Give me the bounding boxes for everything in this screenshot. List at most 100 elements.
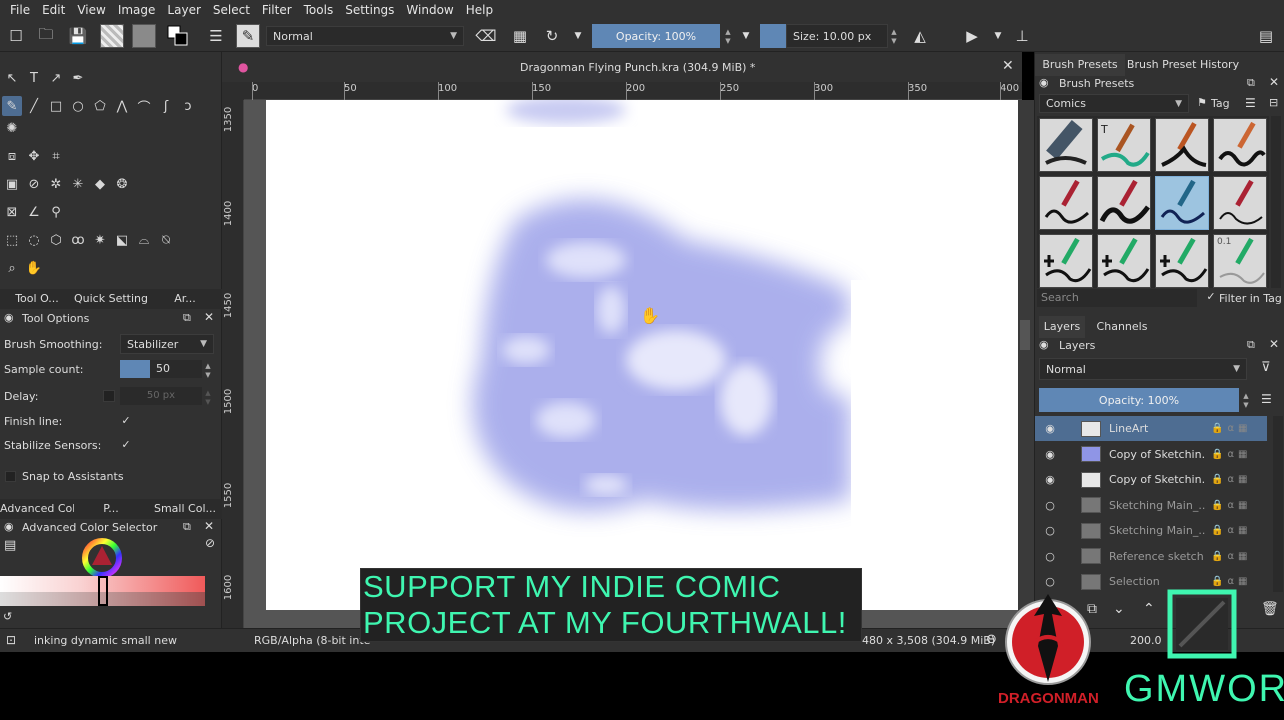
move-icon[interactable]: ✥ [24,146,44,166]
open-folder-icon[interactable]: 🗀 [34,24,58,48]
drawing-canvas[interactable]: ✋ [266,100,1018,610]
ellipse-tool-icon[interactable]: ○ [68,96,88,116]
preset-marker[interactable] [1039,118,1093,172]
layer-lock-icons[interactable]: 🔒⍺▦ [1211,525,1252,536]
select-shapes-icon[interactable]: ↖ [2,68,22,88]
tab-small-color[interactable]: Small Col... [148,499,222,519]
sample-count-spinner[interactable]: ▲ ▼ [203,362,213,380]
save-icon[interactable]: 💾 [66,24,90,48]
eye-hidden-icon[interactable]: ○ [1039,524,1061,537]
alpha-lock-icon[interactable]: ▦ [508,24,532,48]
fg-bg-color-icon[interactable] [166,24,190,48]
delay-field[interactable]: 50 px [120,387,202,405]
opacity-slider[interactable]: Opacity: 100% [592,24,720,48]
tab-tool-options[interactable]: Tool O... [0,289,74,309]
layer-row[interactable]: ◉ Copy of Sketchin... 🔒⍺▦ [1035,467,1267,492]
transform-icon[interactable]: ⧈ [2,146,22,166]
layer-lock-icons[interactable]: 🔒⍺▦ [1211,551,1252,562]
preset-texture-3[interactable] [1155,234,1209,288]
layer-menu-icon[interactable]: ☰ [1261,392,1272,406]
size-spinner[interactable]: ▲ ▼ [889,28,899,46]
reload-preset-icon[interactable]: ↻ [540,24,564,48]
enclose-fill-icon[interactable]: ❂ [112,174,132,194]
rectangle-tool-icon[interactable]: □ [46,96,66,116]
stabilize-sensors-checkbox[interactable]: ✓ [120,439,132,451]
preset-ink-2[interactable] [1213,118,1267,172]
close-icon[interactable]: ✕ [1269,75,1279,89]
layer-lock-icons[interactable]: 🔒⍺▦ [1211,576,1252,587]
eye-hidden-icon[interactable]: ○ [1039,550,1061,563]
layer-scrollbar[interactable] [1273,416,1283,592]
history-color-icon[interactable]: ↺ [3,610,12,623]
delay-spinner[interactable]: ▲ ▼ [203,389,213,407]
document-title[interactable]: Dragonman Flying Punch.kra (304.9 MiB) * [520,61,755,74]
vertical-scrollbar[interactable] [1018,100,1034,628]
reference-images-icon[interactable]: ⚲ [46,202,66,222]
layer-row[interactable]: ◉ Copy of Sketchin... 🔒⍺▦ [1035,442,1267,467]
calligraphy-icon[interactable]: ✒ [68,68,88,88]
similar-select-icon[interactable]: ⬕ [112,230,132,250]
panels-icon[interactable]: ▤ [1254,24,1278,48]
delay-checkbox[interactable] [103,390,115,402]
eye-icon[interactable]: ◉ [1039,448,1061,461]
gradient-icon[interactable]: ▣ [2,174,22,194]
preset-ink-5[interactable] [1213,176,1267,230]
wrap-around-icon[interactable]: ⊥ [1010,24,1034,48]
workspace-icon[interactable]: ☰ [204,24,228,48]
eye-icon[interactable]: ◉ [1039,422,1061,435]
opacity-spinner[interactable]: ▲ ▼ [723,28,733,46]
preset-texture-2[interactable] [1097,234,1151,288]
tab-channels[interactable]: Channels [1091,316,1153,338]
opacity-dropdown-icon[interactable]: ▼ [734,24,758,48]
layer-row[interactable]: ◉ LineArt 🔒⍺▦ [1035,416,1267,441]
freehand-select-icon[interactable]: ꝏ [68,230,88,250]
move-down-icon[interactable]: ⌄ [1113,601,1125,617]
layer-row[interactable]: ○ Reference sketch 🔒⍺▦ [1035,544,1267,569]
color-wheel[interactable] [82,538,122,578]
menu-item-settings[interactable]: Settings [339,3,400,17]
scrollbar-thumb[interactable] [1020,320,1030,350]
snap-checkbox[interactable] [5,471,16,482]
float-panel-icon[interactable]: ⧉ [183,520,191,534]
float-panel-icon[interactable]: ⧉ [1247,76,1255,90]
freehand-path-icon[interactable]: ʃ [156,96,176,116]
color-settings-icon[interactable]: ▤ [4,538,16,553]
reset-color-icon[interactable]: ⊘ [205,536,215,550]
rect-select-icon[interactable]: ⬚ [2,230,22,250]
fill-icon[interactable]: ◆ [90,174,110,194]
blend-mode-select[interactable]: Normal ▼ [266,26,464,46]
tab-artistic[interactable]: Ar... [148,289,222,309]
preset-calligraphy[interactable]: T [1097,118,1151,172]
brush-smoothing-select[interactable]: Stabilizer ▼ [120,334,214,354]
menu-item-select[interactable]: Select [207,3,256,17]
tab-layers[interactable]: Layers [1039,316,1085,338]
filter-in-tag-checkbox[interactable]: ✓ [1205,291,1217,303]
pan-icon[interactable]: ✋ [24,258,44,278]
mirror-vertical-icon[interactable]: ▶ [960,24,984,48]
sample-count-field[interactable]: 50 [150,360,202,378]
text-tool-icon[interactable]: T [24,68,44,88]
layer-lock-icons[interactable]: 🔒⍺▦ [1211,449,1252,460]
tab-quick-settings[interactable]: Quick Settings ... [74,289,148,309]
smart-patch-icon[interactable]: ✲ [46,174,66,194]
preset-menu-icon[interactable]: ☰ [1245,96,1256,110]
preset-texture-4[interactable]: 0.1 [1213,234,1267,288]
gradient-swatch[interactable] [100,24,124,48]
sample-count-fill[interactable] [120,360,150,378]
menu-item-image[interactable]: Image [112,3,162,17]
freehand-brush-icon[interactable]: ✎ [2,96,22,116]
preset-ink-1[interactable] [1155,118,1209,172]
layer-blend-select[interactable]: Normal ▼ [1039,358,1247,380]
layer-opacity-slider[interactable]: Opacity: 100% [1039,388,1239,412]
layer-opacity-spinner[interactable]: ▲ ▼ [1241,392,1251,410]
menu-item-layer[interactable]: Layer [161,3,206,17]
eye-hidden-icon[interactable]: ○ [1039,499,1061,512]
size-color-chip[interactable] [760,24,786,48]
crop-icon[interactable]: ⌗ [46,146,66,166]
eraser-icon[interactable]: ⌫ [474,24,498,48]
layer-row[interactable]: ○ Sketching Main_... 🔒⍺▦ [1035,518,1267,543]
color-marker[interactable] [98,576,108,606]
line-tool-icon[interactable]: ╱ [24,96,44,116]
close-icon[interactable]: ✕ [1269,337,1279,351]
polyline-tool-icon[interactable]: ⋀ [112,96,132,116]
